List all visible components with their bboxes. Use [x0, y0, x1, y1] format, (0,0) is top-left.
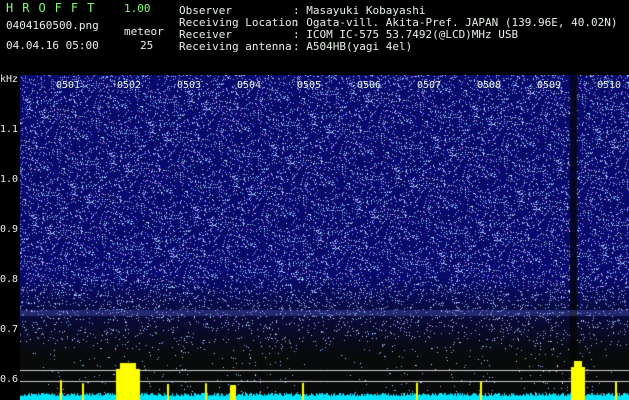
y-axis-unit: kHz [0, 74, 19, 85]
file-name: 0404160500.png [6, 19, 99, 32]
y-tick-label: 0.9 [0, 224, 19, 235]
x-tick-label: 0506 [357, 80, 382, 91]
x-tick-label: 0504 [237, 80, 262, 91]
antenna-value: : A504HB(yagi 4el) [293, 40, 413, 53]
x-tick-label: 0501 [56, 80, 81, 91]
x-tick-label: 0508 [477, 80, 502, 91]
meteor-label: meteor [124, 25, 164, 38]
meteor-count: 25 [140, 39, 154, 52]
app-version: 1.00 [124, 2, 151, 15]
date-time: 04.04.16 05:00 [6, 39, 99, 52]
header-panel: HROFFT 1.00 0404160500.png meteor 04.04.… [0, 0, 629, 75]
y-tick-label: 1.0 [0, 174, 19, 185]
x-tick-label: 0509 [537, 80, 562, 91]
antenna-label: Receiving antenna [179, 40, 292, 53]
spectrogram-canvas [20, 75, 629, 400]
x-tick-label: 0503 [177, 80, 202, 91]
x-tick-label: 0502 [117, 80, 142, 91]
x-tick-label: 0510 [597, 80, 622, 91]
y-tick-label: 1.1 [0, 124, 19, 135]
y-tick-label: 0.7 [0, 324, 19, 335]
x-tick-label: 0507 [417, 80, 442, 91]
y-tick-label: 0.8 [0, 274, 19, 285]
x-tick-label: 0505 [297, 80, 322, 91]
y-tick-label: 0.6 [0, 374, 19, 385]
app-brand: HROFFT [6, 1, 104, 15]
